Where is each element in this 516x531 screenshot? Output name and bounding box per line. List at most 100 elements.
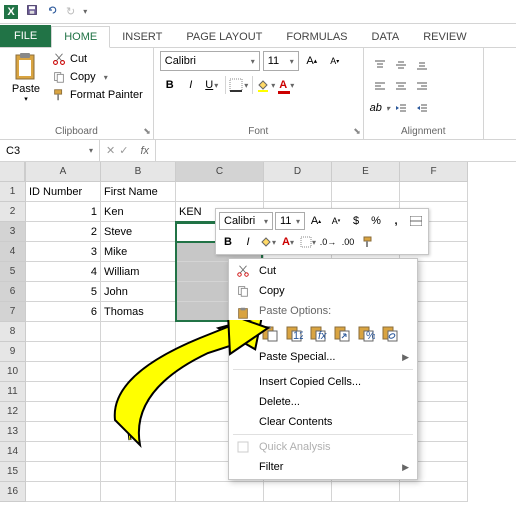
mini-accounting-icon[interactable]: $ (347, 212, 365, 230)
cell[interactable] (26, 482, 101, 502)
row-header[interactable]: 8 (0, 322, 25, 342)
mini-fill-icon[interactable]: ▾ (259, 233, 277, 251)
paste-formulas-icon[interactable]: fx (307, 322, 329, 344)
cell[interactable]: John (101, 282, 176, 302)
mini-grow-font-icon[interactable]: A▴ (307, 212, 325, 230)
align-top-icon[interactable] (370, 55, 390, 75)
cell[interactable] (332, 182, 400, 202)
underline-button[interactable]: U▾ (202, 75, 222, 95)
cell[interactable] (101, 362, 176, 382)
col-header[interactable]: B (101, 162, 176, 182)
row-header[interactable]: 7 (0, 302, 25, 322)
paste-formatting-icon[interactable]: % (355, 322, 377, 344)
cm-copy[interactable]: Copy (229, 281, 417, 301)
align-left-icon[interactable] (370, 76, 390, 96)
redo-icon[interactable]: ↻ (66, 5, 75, 18)
col-header[interactable]: F (400, 162, 468, 182)
cm-paste-special[interactable]: Paste Special...▶ (229, 347, 417, 367)
cell[interactable] (101, 342, 176, 362)
bold-button[interactable]: B (160, 75, 180, 95)
cm-insert-copied[interactable]: Insert Copied Cells... (229, 372, 417, 392)
cell[interactable] (26, 362, 101, 382)
mini-size-select[interactable]: 11▾ (275, 212, 305, 230)
fill-color-button[interactable]: ▾ (256, 75, 276, 95)
align-center-icon[interactable] (391, 76, 411, 96)
save-icon[interactable] (26, 4, 38, 19)
mini-italic-icon[interactable]: I (239, 233, 257, 251)
tab-insert[interactable]: INSERT (110, 27, 174, 47)
mini-dec-decimal-icon[interactable]: .00 (339, 233, 357, 251)
col-header[interactable]: E (332, 162, 400, 182)
border-button[interactable]: ▾ (229, 75, 249, 95)
mini-merge-icon[interactable] (407, 212, 425, 230)
font-name-select[interactable]: Calibri▾ (160, 51, 260, 71)
undo-icon[interactable] (46, 4, 58, 19)
cell[interactable] (101, 442, 176, 462)
cm-filter[interactable]: Filter▶ (229, 457, 417, 477)
increase-indent-icon[interactable] (412, 98, 432, 118)
qat-customize-icon[interactable]: ▾ (83, 7, 87, 16)
cell[interactable]: First Name (101, 182, 176, 202)
cell[interactable] (101, 402, 176, 422)
mini-inc-decimal-icon[interactable]: .0→ (319, 233, 337, 251)
format-painter-button[interactable]: Format Painter (48, 87, 147, 103)
cell[interactable]: 4 (26, 262, 101, 282)
mini-bold-icon[interactable]: B (219, 233, 237, 251)
cancel-formula-icon[interactable]: ✕ (106, 144, 115, 157)
row-header[interactable]: 13 (0, 422, 25, 442)
paste-link-icon[interactable] (379, 322, 401, 344)
cell[interactable] (26, 402, 101, 422)
select-all-corner[interactable] (0, 162, 25, 182)
clipboard-launcher-icon[interactable]: ⬊ (143, 126, 151, 137)
cell[interactable] (176, 182, 264, 202)
row-header[interactable]: 4 (0, 242, 25, 262)
tab-page-layout[interactable]: PAGE LAYOUT (174, 27, 274, 47)
cell[interactable]: Thomas (101, 302, 176, 322)
cell[interactable]: Steve (101, 222, 176, 242)
mini-shrink-font-icon[interactable]: A▾ (327, 212, 345, 230)
cell[interactable] (264, 482, 332, 502)
paste-values-icon[interactable]: 123 (283, 322, 305, 344)
mini-percent-icon[interactable]: % (367, 212, 385, 230)
tab-data[interactable]: DATA (360, 27, 412, 47)
cell[interactable]: William (101, 262, 176, 282)
row-header[interactable]: 9 (0, 342, 25, 362)
cell[interactable] (332, 482, 400, 502)
decrease-font-icon[interactable]: A▾ (325, 51, 345, 71)
cell[interactable]: 6 (26, 302, 101, 322)
mini-border-icon[interactable]: ▾ (299, 233, 317, 251)
row-header[interactable]: 10 (0, 362, 25, 382)
col-header[interactable]: A (26, 162, 101, 182)
italic-button[interactable]: I (181, 75, 201, 95)
tab-file[interactable]: FILE (0, 25, 51, 47)
cm-delete[interactable]: Delete... (229, 392, 417, 412)
row-header[interactable]: 12 (0, 402, 25, 422)
row-header[interactable]: 16 (0, 482, 25, 502)
cell[interactable] (26, 322, 101, 342)
cell[interactable] (26, 342, 101, 362)
cm-cut[interactable]: Cut (229, 261, 417, 281)
cell[interactable]: 2 (26, 222, 101, 242)
row-header[interactable]: 15 (0, 462, 25, 482)
cell[interactable]: Mike (101, 242, 176, 262)
cell[interactable] (26, 442, 101, 462)
mini-font-color-icon[interactable]: A▾ (279, 233, 297, 251)
row-header[interactable]: 11 (0, 382, 25, 402)
cell[interactable] (176, 482, 264, 502)
paste-button[interactable]: Paste ▾ (6, 51, 46, 124)
cell[interactable] (26, 382, 101, 402)
tab-home[interactable]: HOME (51, 26, 110, 48)
mini-format-painter-icon[interactable] (359, 233, 377, 251)
row-header[interactable]: 3 (0, 222, 25, 242)
cell[interactable] (400, 482, 468, 502)
align-bottom-icon[interactable] (412, 55, 432, 75)
paste-all-icon[interactable] (259, 322, 281, 344)
fx-label[interactable]: fx (134, 145, 155, 157)
enter-formula-icon[interactable]: ✓ (119, 144, 128, 157)
tab-review[interactable]: REVIEW (411, 27, 478, 47)
copy-button[interactable]: Copy▾ (48, 69, 147, 85)
cell[interactable] (101, 482, 176, 502)
col-header[interactable]: C (176, 162, 264, 182)
cell[interactable] (101, 422, 176, 442)
paste-transpose-icon[interactable] (331, 322, 353, 344)
